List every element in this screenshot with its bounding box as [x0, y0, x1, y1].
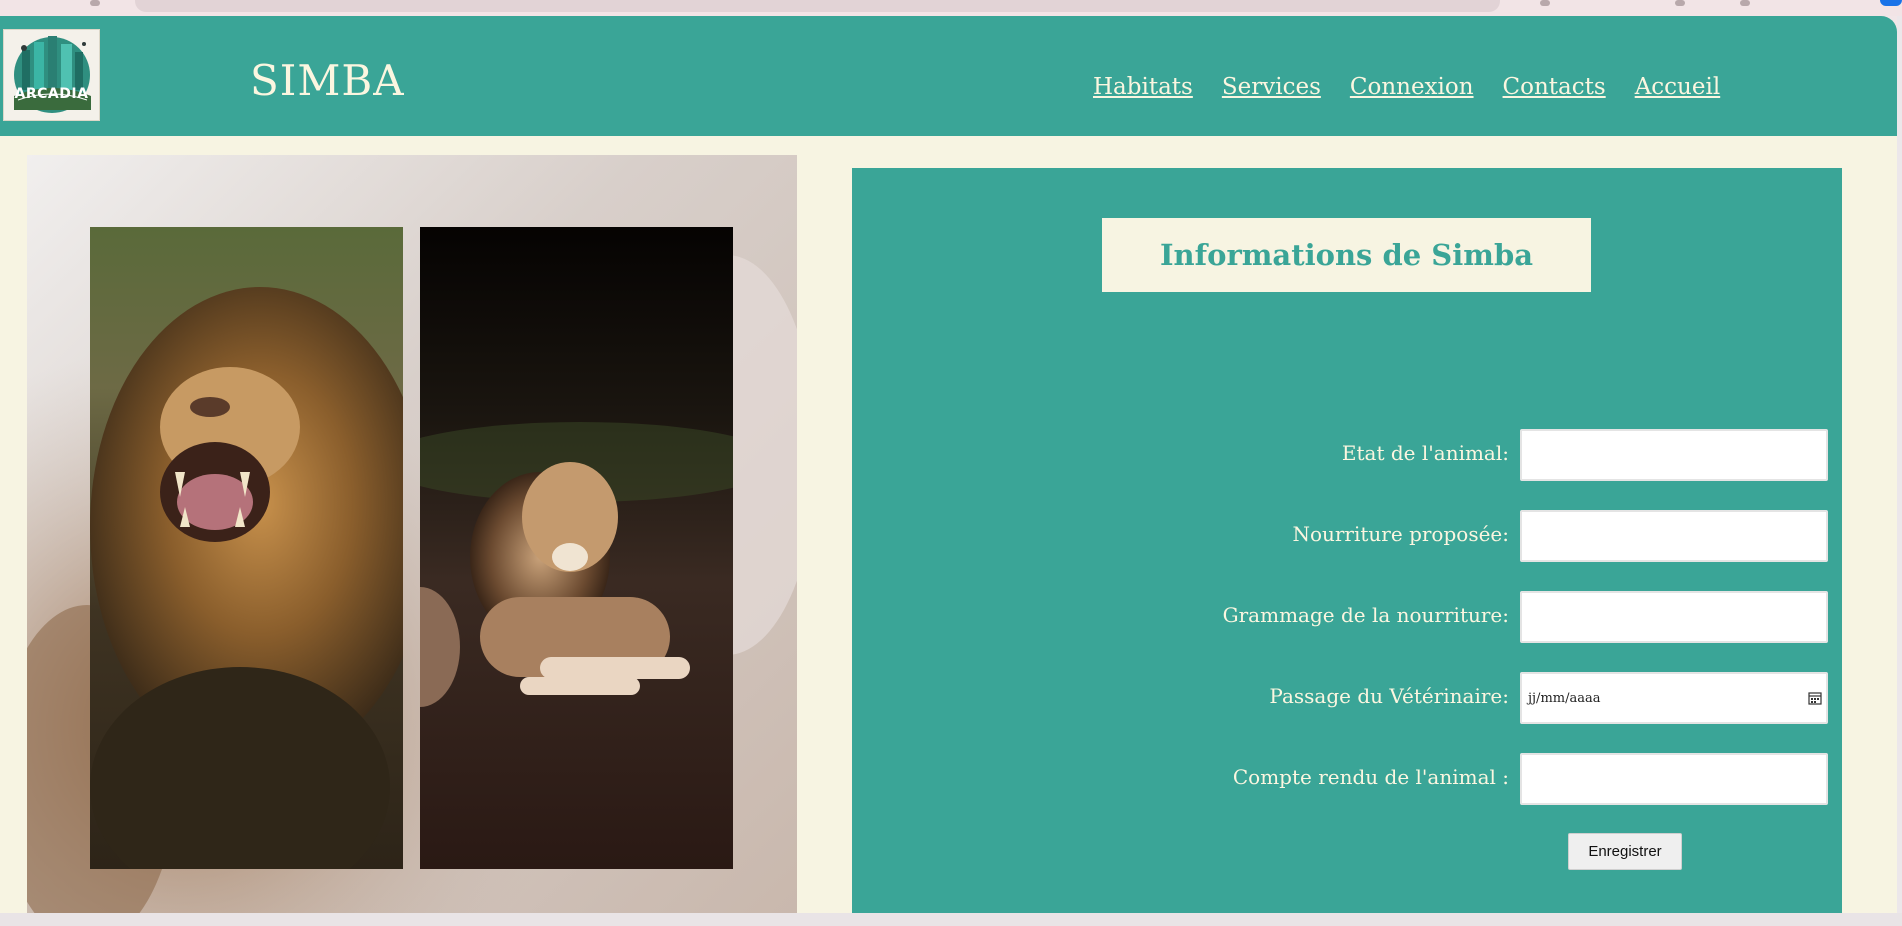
nav-link-habitats[interactable]: Habitats [1093, 74, 1193, 100]
form-row-veterinaire: Passage du Vétérinaire: jj/mm/aaaa [852, 672, 1842, 724]
nav-link-contacts[interactable]: Contacts [1503, 74, 1606, 100]
form-row-nourriture: Nourriture proposée: [852, 510, 1842, 562]
lion-photo-background [27, 155, 797, 913]
nourriture-input[interactable] [1520, 510, 1828, 562]
veterinaire-date-input[interactable]: jj/mm/aaaa [1520, 672, 1828, 724]
nav-link-accueil[interactable]: Accueil [1635, 74, 1721, 100]
compte-rendu-input[interactable] [1520, 753, 1828, 805]
grammage-input[interactable] [1520, 591, 1828, 643]
form-row-etat: Etat de l'animal: [852, 429, 1842, 481]
page-right-edge [1897, 16, 1902, 913]
browser-bottom-strip [0, 913, 1902, 926]
nourriture-label: Nourriture proposée: [1292, 522, 1509, 546]
page: ARCADIA SIMBA Habitats Services Connexio… [0, 16, 1897, 913]
etat-input[interactable] [1520, 429, 1828, 481]
browser-icon [1540, 0, 1550, 6]
info-title: Informations de Simba [1159, 238, 1534, 272]
logo-text: ARCADIA [14, 86, 89, 102]
roaring-lion-image [90, 227, 403, 869]
nav-link-connexion[interactable]: Connexion [1350, 74, 1474, 100]
form-row-grammage: Grammage de la nourriture: [852, 591, 1842, 643]
compte-rendu-label: Compte rendu de l'animal : [1232, 765, 1509, 789]
roaring-lion-photo [90, 227, 403, 869]
site-header: ARCADIA SIMBA Habitats Services Connexio… [0, 16, 1897, 136]
browser-top-strip [0, 0, 1902, 16]
site-logo[interactable]: ARCADIA [3, 29, 100, 121]
main-nav: Habitats Services Connexion Contacts Acc… [1093, 74, 1720, 100]
site-title: SIMBA [250, 56, 405, 105]
date-placeholder: jj/mm/aaaa [1528, 691, 1601, 706]
resting-lion-image [420, 227, 733, 869]
save-button[interactable]: Enregistrer [1568, 833, 1682, 870]
browser-icon [1675, 0, 1685, 6]
logo-image [4, 30, 99, 120]
calendar-icon[interactable] [1808, 691, 1822, 705]
browser-icon [90, 0, 100, 6]
nav-link-services[interactable]: Services [1222, 74, 1321, 100]
browser-icon [1740, 0, 1750, 6]
browser-profile-icon[interactable] [1880, 0, 1902, 6]
form-row-compte-rendu: Compte rendu de l'animal : [852, 753, 1842, 805]
veterinaire-label: Passage du Vétérinaire: [1269, 684, 1509, 708]
info-title-box: Informations de Simba [1102, 218, 1591, 292]
etat-label: Etat de l'animal: [1341, 441, 1509, 465]
animal-info-panel: Informations de Simba Etat de l'animal: … [852, 168, 1842, 913]
browser-address-bar[interactable] [135, 0, 1500, 12]
grammage-label: Grammage de la nourriture: [1222, 603, 1509, 627]
resting-lion-photo [420, 227, 733, 869]
